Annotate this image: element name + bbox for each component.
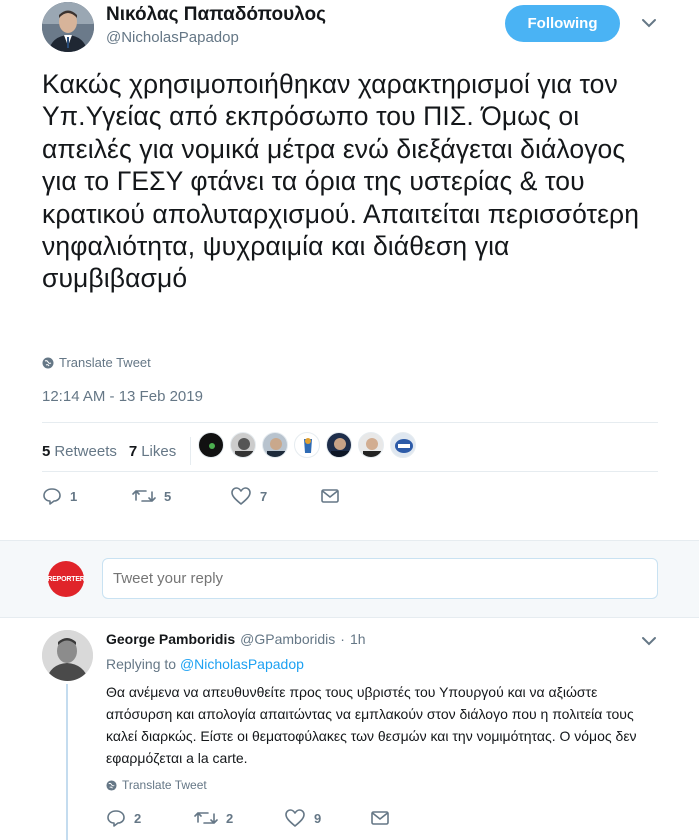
reply-icon — [43, 488, 61, 505]
retweet-icon — [194, 812, 218, 824]
tweet-text: Κακώς χρησιμοποιήθηκαν χαρακτηρισμοί για… — [42, 69, 640, 294]
author-handle[interactable]: @NicholasPapadop — [106, 29, 239, 46]
reply-button[interactable]: 1 — [42, 486, 132, 506]
likes-label: Likes — [141, 442, 177, 460]
reply-text: Θα ανέμενα να απευθυνθείτε προς τους υβρ… — [106, 684, 637, 766]
author-name[interactable]: Νικόλας Παπαδόπουλος — [106, 4, 326, 26]
retweets-count: 5 — [42, 442, 51, 460]
stat-separator — [190, 437, 192, 465]
like-count: 7 — [260, 488, 268, 504]
tweet-reply-input[interactable] — [102, 558, 658, 599]
liker-avatar[interactable] — [198, 432, 224, 458]
current-user-avatar[interactable]: REPORTER — [47, 561, 85, 597]
chevron-down-icon[interactable] — [640, 14, 658, 32]
retweets-label: Retweets — [54, 442, 117, 460]
reply-count: 1 — [70, 488, 78, 504]
chevron-down-icon[interactable] — [640, 632, 658, 650]
heart-icon — [285, 809, 305, 827]
author-avatar[interactable] — [42, 2, 94, 52]
replying-to-handle[interactable]: @NicholasPapadop — [180, 656, 304, 672]
reply-icon — [107, 810, 125, 827]
following-button[interactable]: Following — [505, 5, 620, 42]
tweet-timestamp[interactable]: 12:14 AM - 13 Feb 2019 — [42, 388, 203, 405]
separator-dot: · — [340, 631, 345, 647]
liker-avatar[interactable] — [326, 432, 352, 458]
retweet-button[interactable]: 2 — [194, 808, 284, 828]
replying-to: Replying to @NicholasPapadop — [106, 656, 304, 672]
tweet-stats: 5 Retweets 7 Likes — [42, 437, 205, 465]
tweet-actions: 1 5 7 — [42, 486, 348, 506]
divider — [42, 471, 658, 472]
mail-icon — [321, 489, 339, 503]
reply-composer: REPORTER — [0, 540, 699, 618]
heart-icon — [231, 487, 251, 505]
direct-message-button[interactable] — [320, 487, 348, 505]
thread-line — [66, 684, 68, 840]
reply-tweet: George Pamboridis @GPamboridis · 1h Repl… — [0, 618, 699, 840]
reply-button[interactable]: 2 — [106, 808, 194, 828]
globe-icon — [106, 779, 117, 791]
retweet-button[interactable]: 5 — [132, 486, 230, 506]
reply-author-avatar[interactable] — [42, 630, 93, 681]
retweets-stat[interactable]: 5 Retweets — [42, 443, 117, 460]
like-count: 9 — [314, 810, 322, 826]
liker-avatar[interactable] — [262, 432, 288, 458]
liker-avatars — [198, 432, 422, 458]
likes-stat[interactable]: 7 Likes — [129, 443, 176, 460]
retweet-count: 2 — [226, 810, 234, 826]
like-button[interactable]: 7 — [230, 486, 320, 506]
translate-label: Translate Tweet — [59, 355, 151, 370]
mail-icon — [371, 811, 389, 825]
retweet-count: 5 — [164, 488, 172, 504]
direct-message-button[interactable] — [370, 809, 398, 827]
liker-avatar[interactable] — [358, 432, 384, 458]
reply-author-handle[interactable]: @GPamboridis — [240, 631, 335, 647]
divider — [42, 422, 658, 423]
translate-tweet-link[interactable]: Translate Tweet — [106, 778, 207, 792]
reply-count: 2 — [134, 810, 142, 826]
reply-header: George Pamboridis @GPamboridis · 1h — [106, 631, 366, 647]
replying-prefix: Replying to — [106, 656, 177, 672]
like-button[interactable]: 9 — [284, 808, 370, 828]
reply-author-name[interactable]: George Pamboridis — [106, 631, 235, 647]
liker-avatar[interactable] — [294, 432, 320, 458]
globe-icon — [42, 357, 54, 368]
main-tweet: Νικόλας Παπαδόπουλος @NicholasPapadop Fo… — [0, 0, 699, 540]
translate-label: Translate Tweet — [122, 778, 207, 792]
reply-actions: 2 2 9 — [106, 808, 398, 828]
reply-time[interactable]: 1h — [350, 631, 366, 647]
liker-avatar[interactable] — [390, 432, 416, 458]
translate-tweet-link[interactable]: Translate Tweet — [42, 355, 151, 370]
likes-count: 7 — [128, 442, 138, 460]
retweet-icon — [132, 490, 156, 502]
liker-avatar[interactable] — [230, 432, 256, 458]
